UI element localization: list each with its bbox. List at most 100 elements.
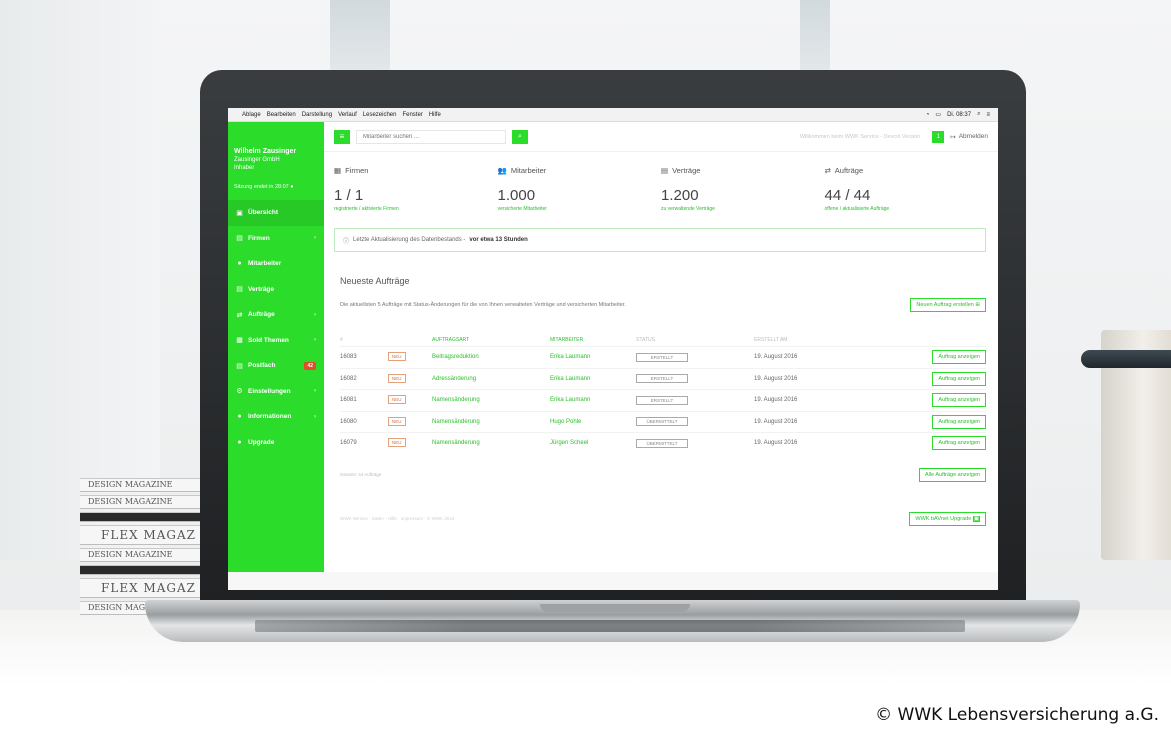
sidebar-item-label: Upgrade (248, 438, 275, 446)
order-id: 16083 (340, 354, 357, 361)
upgrade-button[interactable]: WWK bAVnet Upgrade ▣ (909, 511, 986, 526)
document-icon: ▤ (661, 166, 669, 175)
notification-count: 1 (936, 133, 940, 140)
sidebar-item-einstellungen[interactable]: ⚙ Einstellungen › (228, 379, 324, 405)
menubar-item[interactable]: Fenster (402, 112, 422, 118)
menu-toggle-button[interactable]: ≡ (334, 129, 350, 144)
table-row: 16080 NEU Namensänderung Hugo Pohle ÜBERMITT… (340, 410, 986, 433)
stat-value: 1.200 (661, 187, 699, 204)
sidebar-item-verträge[interactable]: ▤ Verträge (228, 277, 324, 303)
topbar: ≡ ⌕ Willkommen beim WWK Service - Devcol… (324, 122, 998, 152)
table-row: 16083 NEU Beitragsreduktion Erika Laumann ER… (340, 346, 986, 368)
menubar-item[interactable]: Bearbeiten (267, 112, 296, 118)
laptop-screen: Ablage Bearbeiten Darstellung Verlauf Le… (228, 108, 998, 590)
stat-card-firmen: ▦ Firmen 1 / 1 registrierte / aktivierte Fi… (334, 166, 498, 212)
sidebar-user: Wilhelm Zausinger Zausinger GmbH Inhaber (228, 122, 324, 180)
table-header: # AUFTRAGSART MITARBEITER STATUS ERSTELLT AM (340, 334, 986, 346)
show-order-button[interactable]: Auftrag anzeigen (932, 393, 986, 408)
table-header-cell: AUFTRAGSART (432, 337, 470, 343)
sidebar-item-upgrade[interactable]: ● Upgrade (228, 430, 324, 456)
order-type-link[interactable]: Adressänderung (432, 376, 550, 382)
grid-icon: ▦ (236, 337, 243, 345)
sidebar-item-label: Verträge (248, 285, 275, 293)
postfach-badge: 42 (304, 361, 316, 370)
sidebar-item-label: Informationen (248, 413, 292, 421)
stat-title: ▤ Verträge (661, 166, 701, 175)
stat-title: 👥 Mitarbeiter (497, 166, 547, 175)
search-button[interactable]: ⌕ (512, 129, 528, 144)
stat-card-mitarbeiter: 👥 Mitarbeiter 1.000 versicherte Mitarbeiter (498, 166, 662, 212)
employee-link[interactable]: Erika Laumann (550, 354, 636, 360)
book-stack: DESIGN MAGAZINE DESIGN MAGAZINE FLEX MAG… (80, 478, 200, 618)
sidebar-item-aufträge[interactable]: ⇄ Aufträge › (228, 302, 324, 328)
show-order-button[interactable]: Auftrag anzeigen (932, 371, 986, 386)
employee-link[interactable]: Erika Laumann (550, 397, 636, 403)
search-input[interactable] (356, 129, 506, 144)
menubar-item[interactable]: Darstellung (302, 112, 332, 118)
employee-link[interactable]: Hugo Pohle (550, 419, 636, 425)
settings-icon: ⚙ (236, 388, 243, 396)
show-order-button[interactable]: Auftrag anzeigen (932, 350, 986, 365)
order-id: 16082 (340, 375, 357, 382)
list-icon[interactable]: ≡ (986, 112, 990, 118)
wifi-icon[interactable]: ◔ (926, 112, 930, 118)
sidebar: Wilhelm Zausinger Zausinger GmbH Inhaber… (228, 122, 324, 572)
clock-icon: ● (290, 184, 294, 190)
book: FLEX MAGAZ (80, 525, 200, 545)
sidebar-item-label: Aufträge (248, 311, 275, 319)
show-order-button[interactable]: Auftrag anzeigen (932, 436, 986, 451)
sidebar-item-postfach[interactable]: ▤ Postfach 42 (228, 353, 324, 379)
alert-text: Letzte Aktualisierung des Datenbestands … (353, 237, 466, 243)
chevron-right-icon: › (314, 413, 316, 420)
order-id: 16081 (340, 397, 357, 404)
table-header-cell: MITARBEITER (550, 337, 584, 343)
show-order-button[interactable]: Auftrag anzeigen (932, 414, 986, 429)
add-icon: ⊞ (975, 302, 980, 308)
upgrade-icon: ▣ (972, 515, 980, 522)
order-type-link[interactable]: Namensänderung (432, 397, 550, 403)
employee-link[interactable]: Erika Laumann (550, 376, 636, 382)
menubar-item[interactable]: Ablage (242, 112, 261, 118)
sidebar-item-firmen[interactable]: ▤ Firmen › (228, 226, 324, 252)
chevron-right-icon: › (314, 311, 316, 318)
table-row: 16082 NEU Adressänderung Erika Laumann ERSTE… (340, 367, 986, 390)
menubar-item[interactable]: Hilfe (429, 112, 441, 118)
main-content: ≡ ⌕ Willkommen beim WWK Service - Devcol… (324, 122, 998, 572)
order-date: 19. August 2016 (754, 375, 798, 382)
status-badge: ERSTELLT (636, 395, 688, 405)
order-type-link[interactable]: Beitragsreduktion (432, 354, 550, 360)
session-timer: Sitzung endet in 28:07 ● (234, 184, 294, 190)
order-type-link[interactable]: Namensänderung (432, 419, 550, 425)
new-tag: NEU (388, 373, 406, 383)
alert-time: vor etwa 13 Stunden (469, 237, 528, 243)
orders-description: Die aktuellsten 5 Aufträge mit Status-Än… (340, 302, 626, 308)
building-icon: ▦ (334, 166, 342, 175)
menubar-item[interactable]: Lesezeichen (363, 112, 397, 118)
menubar-clock[interactable]: Di. 08:37 (947, 112, 971, 118)
stat-value: 1.000 (497, 187, 536, 204)
status-badge: ÜBERMITTELT (636, 438, 688, 448)
notifications-button[interactable]: 1 (932, 130, 945, 143)
stat-value: 1 / 1 (334, 187, 364, 204)
search-icon[interactable]: ⌕ (977, 111, 980, 118)
battery-icon[interactable]: ▭ (935, 111, 941, 118)
building-icon: ▤ (236, 235, 243, 243)
sidebar-item-sold-themen[interactable]: ▦ Sold Themen › (228, 328, 324, 354)
info-icon: ● (237, 413, 242, 421)
menubar-item[interactable]: Verlauf (338, 112, 357, 118)
sidebar-item-label: Übersicht (248, 209, 278, 217)
sidebar-item-informationen[interactable]: ● Informationen › (228, 404, 324, 430)
new-tag: NEU (388, 438, 406, 448)
sidebar-item-mitarbeiter[interactable]: ● Mitarbeiter (228, 251, 324, 277)
screen-bottom (228, 572, 998, 590)
all-orders-button[interactable]: Alle Aufträge anzeigen (918, 467, 986, 482)
logout-link[interactable]: ↦ Abmelden (950, 133, 988, 141)
chevron-right-icon: › (314, 235, 316, 242)
new-order-button[interactable]: Neuen Auftrag erstellen ⊞ (910, 298, 986, 312)
stat-card-aufträge: ⇄ Aufträge 44 / 44 offene / aktualisierte A… (825, 166, 989, 212)
sidebar-item-übersicht[interactable]: ▣ Übersicht (228, 200, 324, 226)
employee-link[interactable]: Jürgen Scheel (550, 440, 636, 446)
table-header-cell: # (340, 337, 343, 343)
order-type-link[interactable]: Namensänderung (432, 440, 550, 446)
users-icon: ● (237, 260, 242, 268)
